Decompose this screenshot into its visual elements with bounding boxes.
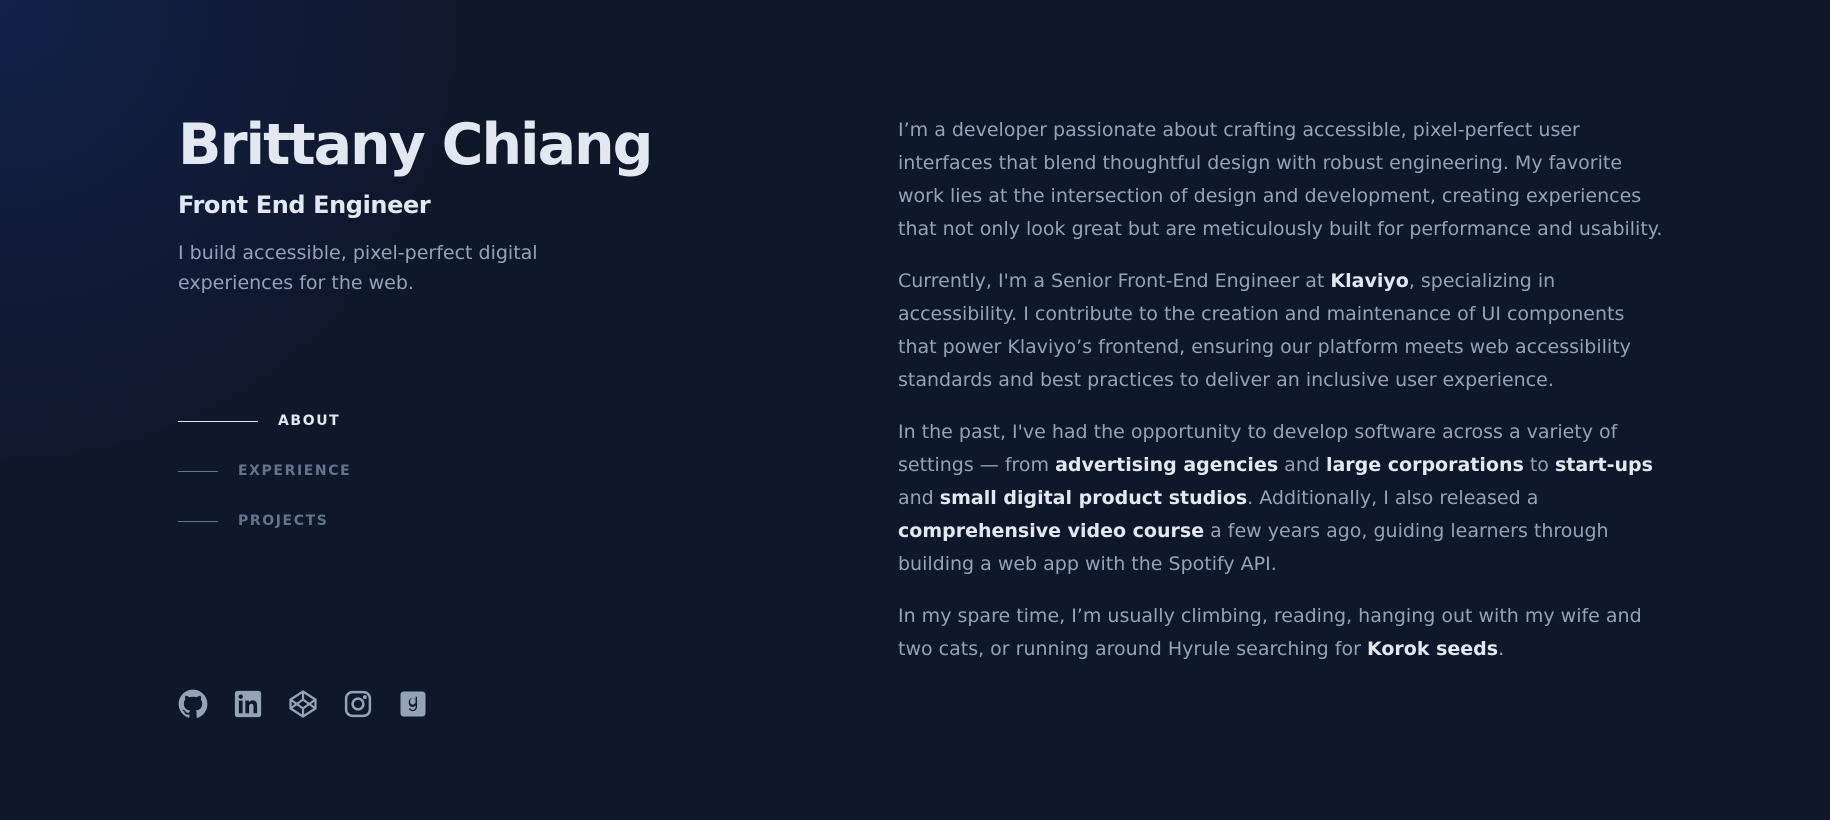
github-icon[interactable] [178, 689, 208, 719]
nav-item-about[interactable]: ABOUT [178, 396, 351, 446]
about-paragraph: In my spare time, I’m usually climbing, … [898, 600, 1668, 666]
nav-indicator [178, 470, 218, 472]
about-text: In my spare time, I’m usually climbing, … [898, 605, 1642, 660]
start-ups-link[interactable]: start-ups [1555, 454, 1653, 476]
tagline: I build accessible, pixel-perfect digita… [178, 242, 538, 294]
korok-seeds-link[interactable]: Korok seeds [1367, 638, 1498, 660]
nav-label: EXPERIENCE [238, 463, 352, 479]
nav-indicator [178, 420, 258, 422]
linkedin-icon[interactable] [233, 689, 263, 719]
large-corporations-link[interactable]: large corporations [1326, 454, 1524, 476]
header-section: Brittany Chiang Front End Engineer I bui… [178, 112, 678, 732]
about-text: . Additionally, I also released a [1247, 487, 1539, 509]
about-section: I’m a developer passionate about craftin… [898, 114, 1668, 685]
job-title: Front End Engineer [178, 191, 431, 219]
video-course-link[interactable]: comprehensive video course [898, 520, 1204, 542]
product-studios-link[interactable]: small digital product studios [940, 487, 1247, 509]
about-text: and [898, 487, 940, 509]
klaviyo-link[interactable]: Klaviyo [1330, 270, 1408, 292]
about-text: . [1498, 638, 1505, 660]
nav-label: ABOUT [278, 413, 341, 429]
about-text: and [1278, 454, 1326, 476]
about-text: Currently, I'm a Senior Front-End Engine… [898, 270, 1331, 292]
nav-indicator [178, 520, 218, 522]
codepen-icon[interactable] [288, 689, 318, 719]
about-paragraph: Currently, I'm a Senior Front-End Engine… [898, 265, 1668, 397]
about-text: to [1523, 454, 1555, 476]
advertising-agencies-link[interactable]: advertising agencies [1055, 454, 1278, 476]
page-title: Brittany Chiang [178, 112, 653, 178]
goodreads-icon[interactable] [398, 689, 428, 719]
section-nav: ABOUT EXPERIENCE PROJECTS [178, 396, 351, 546]
nav-label: PROJECTS [238, 513, 329, 529]
nav-item-projects[interactable]: PROJECTS [178, 496, 351, 546]
nav-item-experience[interactable]: EXPERIENCE [178, 446, 351, 496]
social-links [178, 689, 428, 719]
instagram-icon[interactable] [343, 689, 373, 719]
about-paragraph: I’m a developer passionate about craftin… [898, 119, 1663, 240]
about-paragraph: In the past, I've had the opportunity to… [898, 416, 1668, 581]
